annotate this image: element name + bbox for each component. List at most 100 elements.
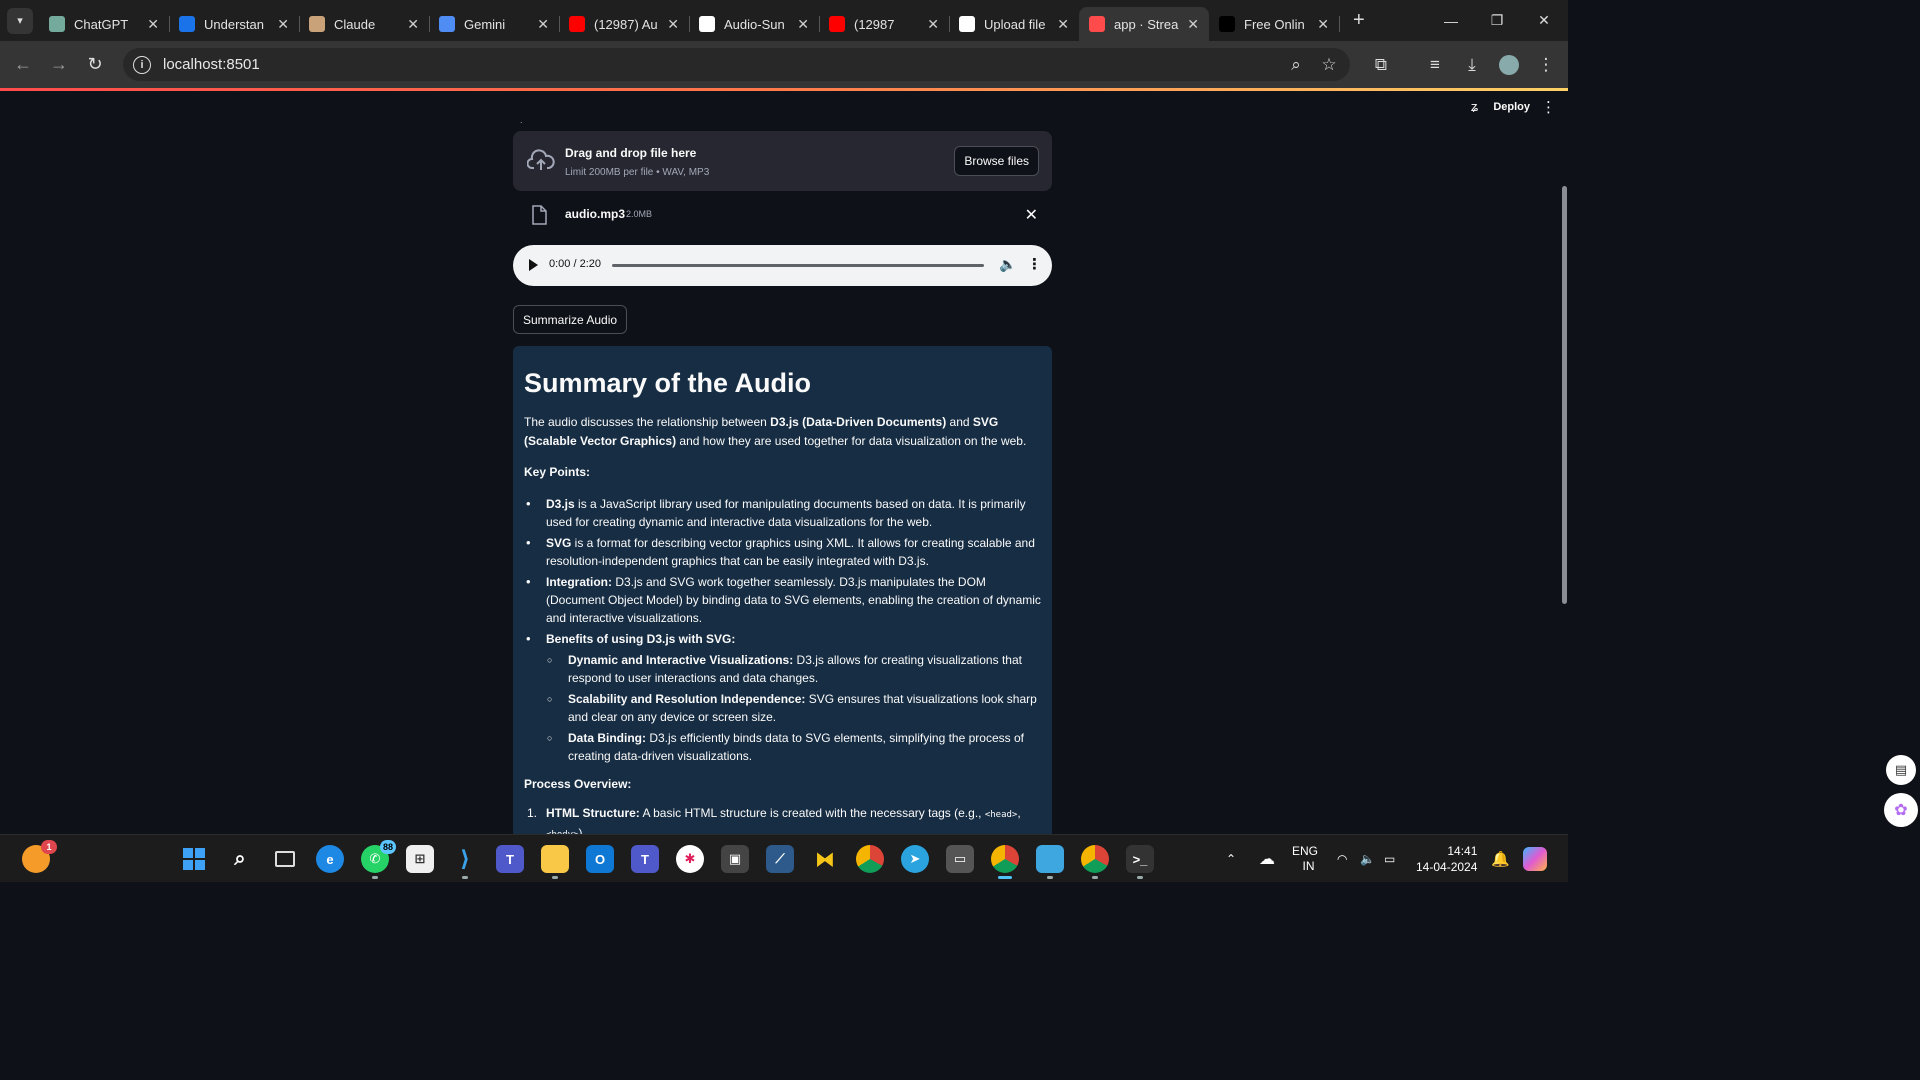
browser-tab[interactable]: Gemini ✕ — [429, 7, 560, 41]
tray-overflow-icon[interactable]: ⌃ — [1226, 835, 1236, 883]
language-indicator[interactable]: ENG IN — [1292, 835, 1318, 883]
tab-close-icon[interactable]: ✕ — [1317, 16, 1329, 33]
tab-close-icon[interactable]: ✕ — [1187, 16, 1199, 33]
download-icon[interactable]: ⤓ — [1457, 41, 1487, 88]
list-item-bold: Benefits of using D3.js with SVG: — [546, 632, 736, 646]
telegram-icon[interactable]: ➤ — [901, 845, 929, 873]
chrome-alt-profile-icon[interactable] — [1081, 845, 1109, 879]
clock[interactable]: 14:41 14-04-2024 — [1416, 835, 1477, 883]
audio-player: 0:00 / 2:20 🔈 ⋮ — [513, 245, 1052, 286]
browser-tab[interactable]: Understan ✕ — [169, 7, 300, 41]
tab-title: app · Strea — [1114, 16, 1179, 32]
main-menu-icon[interactable]: ⋮ — [1541, 98, 1556, 116]
browser-tab[interactable]: (12987) Au ✕ — [559, 7, 690, 41]
workflow-app-icon[interactable]: ⧓ — [811, 845, 839, 873]
back-button[interactable]: ← — [5, 54, 41, 75]
chrome-profile-icon[interactable] — [991, 845, 1019, 879]
github-icon — [959, 16, 975, 32]
audio-more-icon[interactable]: ⋮ — [1027, 255, 1042, 273]
tab-close-icon[interactable]: ✕ — [797, 16, 809, 33]
tab-close-icon[interactable]: ✕ — [277, 16, 289, 33]
list-item-bold: Data Binding: — [568, 731, 646, 745]
list-item-text: D3.js and SVG work together seamlessly. … — [546, 575, 1041, 625]
site-info-icon[interactable]: i — [133, 55, 151, 74]
command-prompt-icon[interactable]: >_ — [1126, 845, 1154, 879]
browser-tab[interactable]: ChatGPT ✕ — [39, 7, 170, 41]
deploy-button[interactable]: Deploy — [1493, 101, 1530, 113]
reader-mode-icon[interactable]: ▤ — [1886, 755, 1916, 785]
tab-close-icon[interactable]: ✕ — [537, 16, 549, 33]
whatsapp-badge: 88 — [379, 840, 396, 854]
address-bar[interactable]: i localhost:8501 — [123, 48, 1350, 81]
profile-avatar[interactable] — [1494, 41, 1524, 88]
browser-tab[interactable]: Free Onlin ✕ — [1209, 7, 1340, 41]
tab-close-icon[interactable]: ✕ — [147, 16, 159, 33]
notes-app-icon[interactable] — [1036, 845, 1064, 879]
tab-close-icon[interactable]: ✕ — [1057, 16, 1069, 33]
search-icon[interactable]: ⌕ — [226, 845, 254, 873]
list-item: Dynamic and Interactive Visualizations: … — [546, 651, 1041, 687]
edge-icon[interactable]: e — [316, 845, 344, 873]
wifi-icon[interactable]: ◠ — [1337, 835, 1347, 883]
extensions-icon[interactable]: ⧉ — [1366, 41, 1396, 88]
cloud-upload-icon — [527, 149, 555, 170]
tab-search-button[interactable]: ▾ — [7, 7, 33, 34]
file-explorer-icon[interactable] — [541, 845, 569, 879]
store-icon[interactable]: ⊞ — [406, 845, 434, 873]
tab-title: (12987) Au — [594, 16, 658, 32]
remove-file-icon[interactable]: ✕ — [1025, 205, 1038, 225]
forward-button[interactable]: → — [41, 54, 77, 75]
onedrive-icon[interactable]: ☁ — [1259, 835, 1275, 883]
start-icon[interactable] — [180, 845, 208, 873]
media-control-icon[interactable]: ≡ — [1420, 41, 1450, 88]
speaker-icon[interactable]: 🔈 — [1360, 835, 1375, 883]
copilot-icon[interactable] — [1523, 835, 1547, 883]
tab-title: ChatGPT — [74, 16, 129, 32]
bookmark-star-icon[interactable]: ☆ — [1314, 41, 1344, 88]
task-view-icon[interactable] — [271, 845, 299, 873]
browser-tab[interactable]: (12987 ✕ — [819, 7, 950, 41]
volume-icon[interactable]: 🔈 — [999, 256, 1016, 273]
tab-close-icon[interactable]: ✕ — [407, 16, 419, 33]
browser-tab[interactable]: Claude ✕ — [299, 7, 430, 41]
teams-new-icon[interactable]: T — [631, 845, 659, 873]
audio-seek-bar[interactable] — [612, 264, 984, 267]
minimize-button[interactable]: — — [1428, 0, 1474, 41]
tab-title: Claude — [334, 16, 376, 32]
language-line-1: ENG — [1292, 844, 1319, 858]
new-tab-button[interactable]: + — [1353, 9, 1365, 32]
ai-assistant-icon[interactable]: ✿ — [1884, 793, 1918, 827]
browser-tab[interactable]: Audio-Sun ✕ — [689, 7, 820, 41]
battery-icon[interactable]: ▭ — [1384, 835, 1395, 883]
file-uploader-dropzone[interactable]: Drag and drop file here Limit 200MB per … — [513, 131, 1052, 191]
whatsapp-icon[interactable]: ✆ 88 — [361, 840, 396, 879]
weather-widget-icon[interactable]: 1 — [22, 840, 57, 873]
summarize-audio-button[interactable]: Summarize Audio — [513, 305, 628, 334]
reload-button[interactable]: ↻ — [77, 54, 113, 75]
language-line-2: IN — [1302, 859, 1315, 873]
browse-files-button[interactable]: Browse files — [954, 146, 1039, 176]
url-text: localhost:8501 — [163, 56, 260, 73]
teams-icon[interactable]: T — [496, 845, 524, 873]
chrome-icon[interactable] — [856, 845, 884, 873]
tab-close-icon[interactable]: ✕ — [667, 16, 679, 33]
tab-close-icon[interactable]: ✕ — [927, 16, 939, 33]
tab-title: Upload file — [984, 16, 1046, 32]
browser-tab[interactable]: Upload file ✕ — [949, 7, 1079, 41]
close-window-button[interactable]: ✕ — [1521, 0, 1567, 41]
video-icon — [179, 16, 195, 32]
play-icon[interactable] — [529, 259, 538, 271]
package-app-icon[interactable]: ▣ — [721, 845, 749, 873]
remote-app-icon[interactable]: ⟋ — [766, 845, 794, 873]
zoom-icon[interactable]: ⌕ — [1281, 41, 1311, 88]
page-scrollbar[interactable] — [1562, 186, 1567, 604]
slack-icon[interactable]: ✱ — [676, 845, 704, 873]
outlook-icon[interactable]: O — [586, 845, 614, 873]
vscode-icon[interactable]: ⟩ — [451, 845, 479, 879]
clock-time: 14:41 — [1447, 844, 1478, 858]
browser-menu-icon[interactable]: ⋮ — [1531, 41, 1561, 88]
restore-button[interactable]: ❐ — [1474, 0, 1520, 41]
terminal-window-icon[interactable]: ▭ — [946, 845, 974, 873]
notification-bell-icon[interactable]: 🔔 — [1491, 835, 1510, 883]
browser-tab[interactable]: app · Strea ✕ — [1079, 7, 1209, 41]
